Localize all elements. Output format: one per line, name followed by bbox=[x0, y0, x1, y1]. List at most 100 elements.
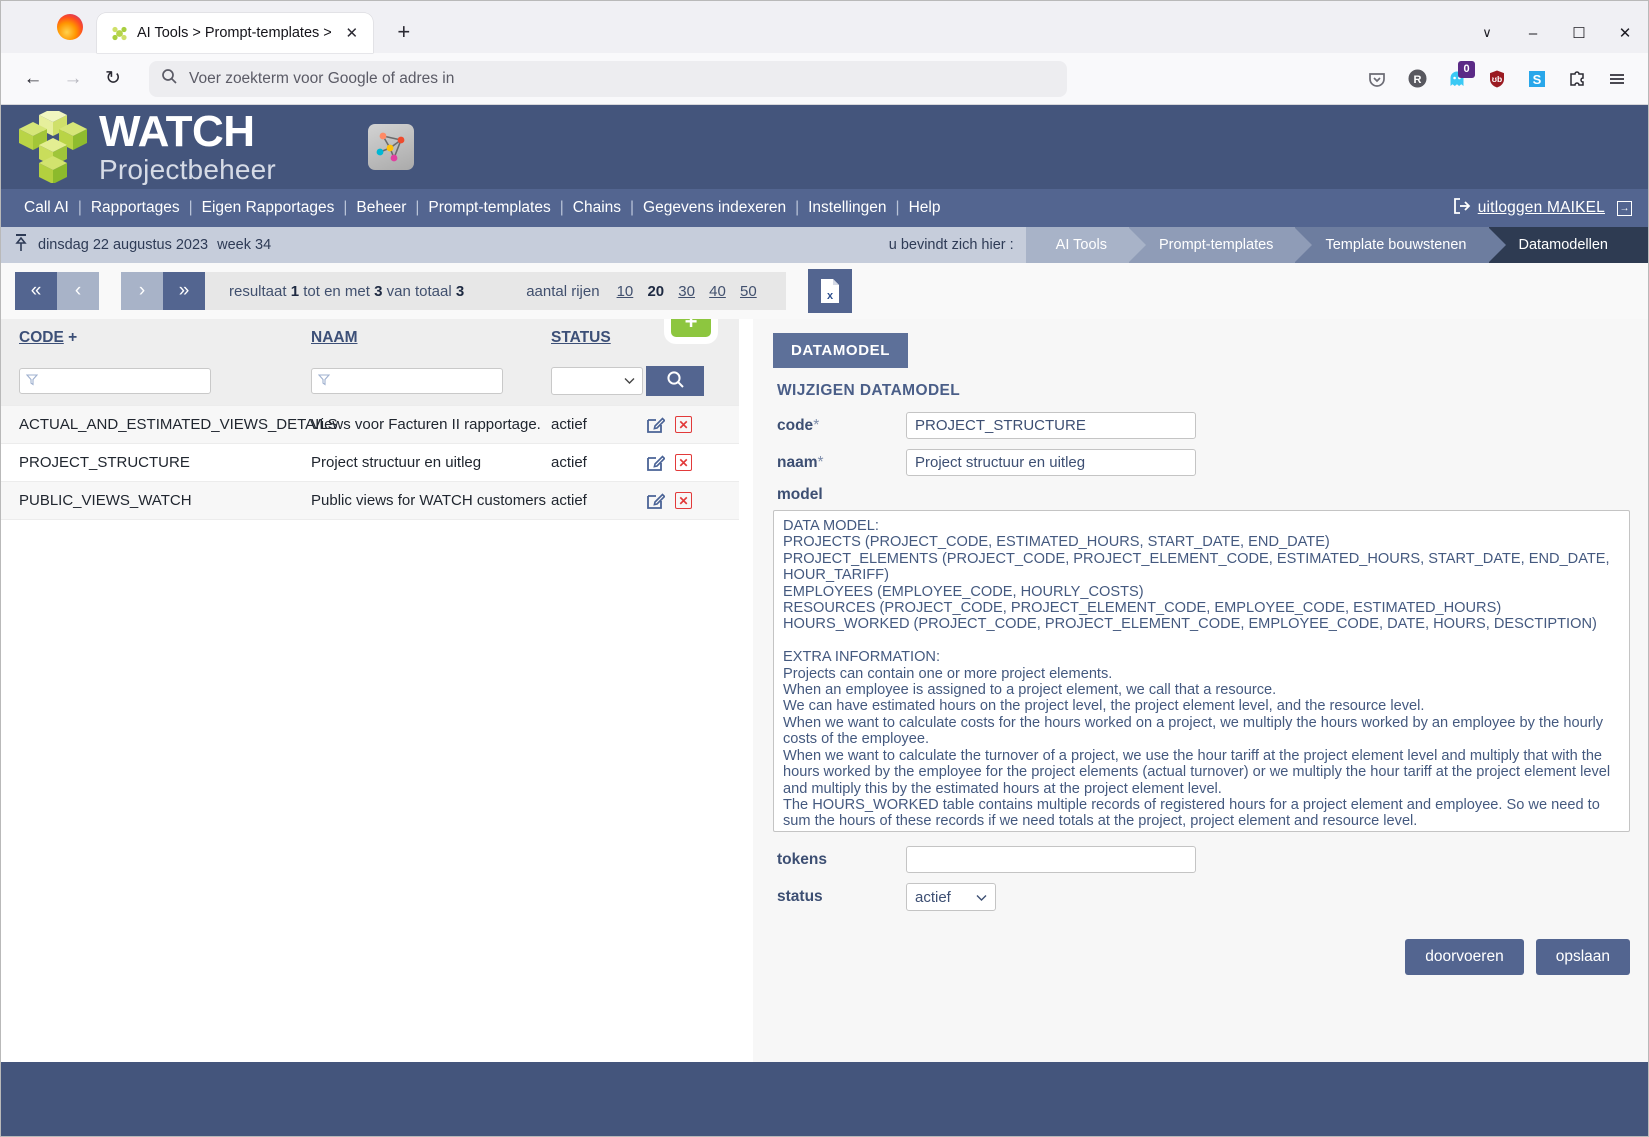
label-tokens: tokens bbox=[777, 850, 827, 868]
nav-item-eigen-rapportages[interactable]: Eigen Rapportages bbox=[195, 199, 342, 217]
tab-list-chevron-down-icon[interactable]: ∨ bbox=[1464, 13, 1510, 53]
sync-s-icon[interactable]: S bbox=[1520, 62, 1554, 96]
field-row-tokens: tokens bbox=[773, 846, 1630, 873]
delete-icon[interactable]: ✕ bbox=[675, 492, 692, 509]
edit-icon[interactable] bbox=[646, 453, 666, 472]
sort-indicator: + bbox=[68, 329, 78, 346]
add-datamodel-button[interactable]: + bbox=[671, 319, 711, 337]
extensions-puzzle-icon[interactable] bbox=[1560, 62, 1594, 96]
tab-title: AI Tools > Prompt-templates > bbox=[137, 25, 332, 41]
window-close-button[interactable]: ✕ bbox=[1602, 13, 1648, 53]
back-button[interactable]: ← bbox=[15, 61, 51, 97]
column-header-status[interactable]: STATUS bbox=[551, 319, 646, 357]
window-minimize-button[interactable]: – bbox=[1510, 13, 1556, 53]
search-icon bbox=[161, 68, 178, 90]
nav-separator: | bbox=[795, 199, 800, 216]
pager-next-button[interactable]: › bbox=[121, 272, 163, 310]
breadcrumb-item-prompt-templates[interactable]: Prompt-templates bbox=[1129, 227, 1313, 263]
nav-item-gegevens-indexeren[interactable]: Gegevens indexeren bbox=[636, 199, 793, 217]
input-tokens[interactable] bbox=[906, 846, 1196, 873]
svg-text:ʊb: ʊb bbox=[1492, 74, 1502, 84]
cell-code: PUBLIC_VIEWS_WATCH bbox=[1, 481, 311, 520]
nav-item-prompt-templates[interactable]: Prompt-templates bbox=[421, 199, 557, 217]
breadcrumb-here-label: u bevindt zich hier : bbox=[888, 237, 1014, 253]
select-status[interactable]: actief bbox=[906, 883, 996, 911]
nav-item-call-ai[interactable]: Call AI bbox=[17, 199, 76, 217]
filter-select-status[interactable] bbox=[551, 367, 643, 395]
new-tab-button[interactable]: + bbox=[387, 15, 421, 49]
pocket-icon[interactable] bbox=[1360, 62, 1394, 96]
cell-status: actief bbox=[551, 481, 646, 520]
logout-label[interactable]: uitloggen MAIKEL bbox=[1478, 199, 1605, 217]
result-count-label: resultaat 1 tot en met 3 van totaal 3 bbox=[205, 272, 489, 310]
pager-prev-button[interactable]: ‹ bbox=[57, 272, 99, 310]
column-header-code[interactable]: CODE + bbox=[1, 319, 311, 357]
filter-input-naam[interactable] bbox=[311, 368, 503, 394]
nav-item-rapportages[interactable]: Rapportages bbox=[84, 199, 187, 217]
nav-item-instellingen[interactable]: Instellingen bbox=[801, 199, 893, 217]
nav-item-chains[interactable]: Chains bbox=[566, 199, 628, 217]
ai-network-icon[interactable] bbox=[367, 124, 414, 170]
doorvoeren-button[interactable]: doorvoeren bbox=[1405, 939, 1524, 975]
firefox-logo-icon bbox=[57, 14, 83, 40]
extension-r-icon[interactable]: R bbox=[1400, 62, 1434, 96]
ghostery-icon[interactable]: 0 bbox=[1440, 60, 1475, 96]
edit-icon[interactable] bbox=[646, 415, 666, 434]
address-bar[interactable]: Voer zoekterm voor Google of adres in bbox=[149, 60, 1067, 97]
nav-item-beheer[interactable]: Beheer bbox=[349, 199, 413, 217]
table-row[interactable]: PROJECT_STRUCTURE Project structuur en u… bbox=[1, 443, 739, 482]
rows-option-50[interactable]: 50 bbox=[740, 283, 757, 300]
breadcrumb-item-datamodellen[interactable]: Datamodellen bbox=[1488, 227, 1648, 263]
breadcrumb-chevron-icon bbox=[1128, 227, 1146, 263]
address-bar-placeholder: Voer zoekterm voor Google of adres in bbox=[189, 69, 455, 87]
rows-option-40[interactable]: 40 bbox=[709, 283, 726, 300]
logout-area[interactable]: uitloggen MAIKEL → bbox=[1453, 197, 1632, 219]
form-actions: doorvoeren opslaan bbox=[773, 939, 1630, 975]
tab-close-icon[interactable]: ✕ bbox=[341, 22, 363, 44]
pager-first-button[interactable]: « bbox=[15, 272, 57, 310]
pager-last-button[interactable]: » bbox=[163, 272, 205, 310]
input-code[interactable]: PROJECT_STRUCTURE bbox=[906, 412, 1196, 439]
label-naam: naam* bbox=[773, 454, 906, 472]
rows-option-10[interactable]: 10 bbox=[617, 283, 634, 300]
rows-option-20[interactable]: 20 bbox=[647, 283, 664, 300]
field-row-code: code* PROJECT_STRUCTURE bbox=[773, 412, 1630, 439]
resize-handle[interactable] bbox=[1615, 817, 1628, 830]
browser-tabstrip: AI Tools > Prompt-templates > ✕ + ∨ – ☐ … bbox=[1, 1, 1648, 53]
rows-option-30[interactable]: 30 bbox=[678, 283, 695, 300]
breadcrumb-item-ai-tools[interactable]: AI Tools bbox=[1025, 227, 1146, 263]
toolbar-divider bbox=[488, 272, 503, 310]
input-naam[interactable]: Project structuur en uitleg bbox=[906, 449, 1196, 476]
column-header-naam[interactable]: NAAM bbox=[311, 319, 551, 357]
browser-window: AI Tools > Prompt-templates > ✕ + ∨ – ☐ … bbox=[0, 0, 1649, 1137]
pagination-controls: « ‹ › » bbox=[15, 272, 205, 310]
opslaan-button[interactable]: opslaan bbox=[1535, 939, 1630, 975]
excel-export-button[interactable]: x bbox=[807, 269, 852, 313]
delete-icon[interactable]: ✕ bbox=[675, 454, 692, 471]
cell-naam: Project structuur en uitleg bbox=[311, 443, 551, 482]
tab-datamodel[interactable]: DATAMODEL bbox=[773, 333, 908, 368]
textarea-model[interactable]: DATA MODEL: PROJECTS (PROJECT_CODE, ESTI… bbox=[773, 510, 1630, 832]
search-button[interactable] bbox=[646, 366, 704, 396]
browser-tab[interactable]: AI Tools > Prompt-templates > ✕ bbox=[97, 13, 373, 53]
delete-icon[interactable]: ✕ bbox=[675, 416, 692, 433]
ublock-shield-icon[interactable]: ʊb bbox=[1480, 62, 1514, 96]
chevron-down-icon bbox=[624, 374, 635, 388]
nav-item-help[interactable]: Help bbox=[902, 199, 948, 217]
forward-button[interactable]: → bbox=[55, 61, 91, 97]
table-row[interactable]: ACTUAL_AND_ESTIMATED_VIEWS_DETAILS Views… bbox=[1, 405, 739, 444]
edit-icon[interactable] bbox=[646, 491, 666, 510]
label-text: code bbox=[777, 416, 814, 434]
window-maximize-button[interactable]: ☐ bbox=[1556, 13, 1602, 53]
breadcrumb-item-template-bouwstenen[interactable]: Template bouwstenen bbox=[1295, 227, 1506, 263]
logout-arrow-icon[interactable]: → bbox=[1617, 200, 1632, 216]
current-week: week 34 bbox=[217, 237, 272, 253]
browser-toolbar-icons: R 0 ʊb S bbox=[1360, 60, 1634, 96]
table-row[interactable]: PUBLIC_VIEWS_WATCH Public views for WATC… bbox=[1, 481, 739, 520]
filter-input-code[interactable] bbox=[19, 368, 211, 394]
reload-button[interactable]: ↻ bbox=[95, 61, 131, 97]
cell-code: ACTUAL_AND_ESTIMATED_VIEWS_DETAILS bbox=[1, 405, 338, 444]
app-menu-button[interactable] bbox=[1600, 62, 1634, 96]
filter-icon bbox=[25, 373, 39, 389]
datamodel-detail-pane: DATAMODEL WIJZIGEN DATAMODEL code* PROJE… bbox=[753, 319, 1648, 1062]
